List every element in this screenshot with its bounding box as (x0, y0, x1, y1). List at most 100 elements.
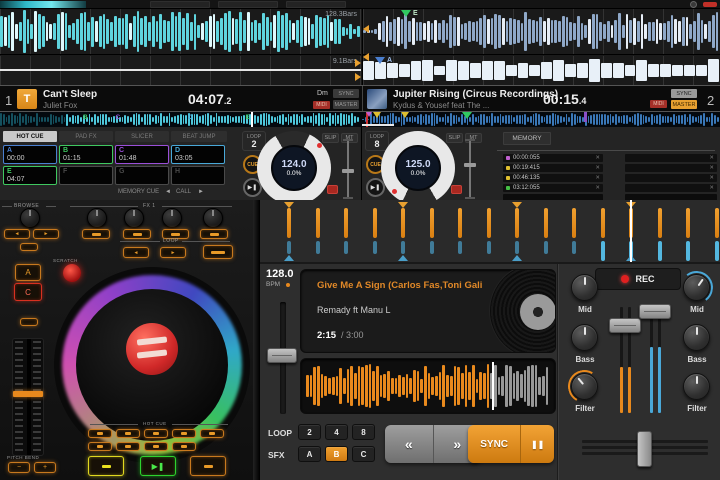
tab-slicer[interactable]: SLICER (115, 131, 169, 142)
controller-pitch-fader[interactable] (12, 338, 44, 456)
fx-button-1[interactable] (82, 229, 110, 239)
loop-2-button[interactable]: 2 (298, 424, 321, 440)
loop-forward-button[interactable]: ► (160, 247, 186, 258)
controller-cue-button[interactable] (88, 456, 124, 476)
fx-knob-3[interactable] (162, 208, 182, 228)
memory-cue-row[interactable]: 00:19:415 ✕ (503, 164, 603, 172)
controller-sync-button[interactable] (190, 456, 226, 476)
pad-button-4[interactable] (172, 429, 196, 438)
sfx-b-button[interactable]: B (325, 446, 348, 462)
fx-knob-2[interactable] (124, 208, 144, 228)
toolbar-button[interactable] (150, 1, 210, 8)
memory-cue-row[interactable]: 03:12:055 ✕ (503, 184, 603, 192)
deck-a-button[interactable]: A (15, 264, 41, 281)
pitch-bend-minus-button[interactable]: − (8, 462, 30, 473)
deck1-overview-strip[interactable]: B C D E (0, 112, 361, 127)
delete-icon[interactable]: ✕ (595, 174, 600, 182)
deck2-pitch-fader[interactable] (463, 139, 477, 199)
hot-cue-pad-d[interactable]: D 03:05 (171, 145, 225, 164)
loop-on-off-button[interactable] (203, 245, 233, 259)
deck1-pitch-fader[interactable] (341, 139, 355, 199)
pad-button-1[interactable] (88, 429, 112, 438)
bass-knob-left[interactable] (571, 324, 598, 351)
pad-button-8[interactable] (172, 442, 196, 451)
pad-button-7[interactable] (144, 442, 168, 451)
loop-4-button[interactable]: 4 (325, 424, 348, 440)
tab-beat-jump[interactable]: BEAT JUMP (171, 131, 227, 142)
hot-cue-pad-c[interactable]: C 01:48 (115, 145, 169, 164)
deck2-tempo-reset-button[interactable] (451, 185, 462, 194)
shift-button[interactable] (20, 243, 38, 251)
pad-mode-button[interactable] (200, 429, 224, 438)
browse-knob[interactable] (20, 208, 40, 228)
pause-button[interactable]: ❚❚ (521, 425, 554, 463)
loop-8-button[interactable]: 8 (352, 424, 375, 440)
deck2-overview-strip[interactable] (362, 112, 720, 127)
scratch-button[interactable] (63, 264, 81, 282)
channel-fader-right-handle[interactable] (639, 304, 671, 319)
browse-back-button[interactable]: ◄ (4, 229, 30, 239)
mid-knob-right[interactable] (677, 268, 716, 307)
tab-hot-cue[interactable]: HOT CUE (3, 131, 57, 142)
pitch-fader-handle[interactable] (464, 163, 476, 167)
deck1-slip-button[interactable]: SLIP (322, 133, 339, 143)
beat-timeline[interactable] (260, 200, 720, 264)
deck1-jog-wheel[interactable]: 124.0 0.0% (257, 131, 331, 205)
deck2-jog-wheel[interactable]: 125.0 0.0% (381, 131, 455, 205)
deck1-sync-button[interactable]: SYNC (333, 89, 359, 98)
pitch-fader-handle[interactable] (13, 391, 43, 397)
deck2-slip-button[interactable]: SLIP (446, 133, 463, 143)
settings-gear-icon[interactable] (690, 1, 697, 8)
deck1-waveform-panel[interactable]: 128.3Bars 9.1Bars (0, 9, 361, 85)
deck-c-button[interactable]: C (14, 283, 42, 301)
filter-knob-right[interactable] (683, 373, 710, 400)
controller-play-button[interactable]: ▶❚ (140, 456, 176, 476)
sfx-c-button[interactable]: C (352, 446, 375, 462)
load-button[interactable] (20, 318, 38, 326)
loop-back-button[interactable]: ◄ (123, 247, 149, 258)
memory-cue-row[interactable]: 00:00:055 ✕ (503, 154, 603, 162)
deck2-waveform-panel[interactable]: E A (362, 9, 720, 85)
deck1-master-button[interactable]: MASTER (333, 100, 359, 109)
pad-button-6[interactable] (116, 442, 140, 451)
record-indicator[interactable] (703, 2, 717, 7)
toolbar-button[interactable] (218, 1, 278, 8)
deck2-master-button[interactable]: MASTER (671, 100, 697, 109)
mid-knob-left[interactable] (571, 274, 598, 301)
call-prev-button[interactable]: ◄ (165, 189, 171, 195)
delete-icon[interactable]: ✕ (595, 164, 600, 172)
hot-cue-pad-f[interactable]: F (59, 166, 113, 185)
pad-button-2[interactable] (116, 429, 140, 438)
rewind-button[interactable]: « (385, 425, 433, 463)
pitch-bend-plus-button[interactable]: + (34, 462, 56, 473)
pitch-fader-handle[interactable] (342, 169, 354, 173)
fx-button-2[interactable] (123, 229, 151, 239)
crossfader-handle[interactable] (637, 431, 652, 467)
delete-icon[interactable]: ✕ (595, 154, 600, 162)
pad-button-3[interactable] (144, 429, 168, 438)
call-next-button[interactable]: ► (198, 189, 204, 195)
hot-cue-pad-e[interactable]: E 04:07 (3, 166, 57, 185)
bass-knob-right[interactable] (683, 324, 710, 351)
rec-button[interactable]: REC (595, 268, 681, 290)
hot-cue-pad-b[interactable]: B 01:15 (59, 145, 113, 164)
sync-button[interactable]: SYNC (468, 425, 522, 463)
channel-fader-left-handle[interactable] (609, 318, 641, 333)
pad-button-5[interactable] (88, 442, 112, 451)
hot-cue-pad-g[interactable]: G (115, 166, 169, 185)
deck2-sync-button[interactable]: SYNC (671, 89, 697, 98)
filter-knob-left[interactable] (564, 366, 605, 407)
fx-knob-1[interactable] (87, 208, 107, 228)
toolbar-button[interactable] (286, 1, 346, 8)
sfx-a-button[interactable]: A (298, 446, 321, 462)
tab-pad-fx[interactable]: PAD FX (59, 131, 113, 142)
browse-forward-button[interactable]: ► (33, 229, 59, 239)
fx-knob-4[interactable] (203, 208, 223, 228)
tab-memory[interactable]: MEMORY (503, 132, 551, 145)
memory-cue-row[interactable]: 00:46:135 ✕ (503, 174, 603, 182)
deck1-tempo-reset-button[interactable] (327, 185, 338, 194)
hot-cue-pad-h[interactable]: H (171, 166, 225, 185)
delete-icon[interactable]: ✕ (595, 184, 600, 192)
hot-cue-pad-a[interactable]: A 00:00 (3, 145, 57, 164)
deck2-play-button[interactable]: ▶❚ (366, 178, 385, 197)
